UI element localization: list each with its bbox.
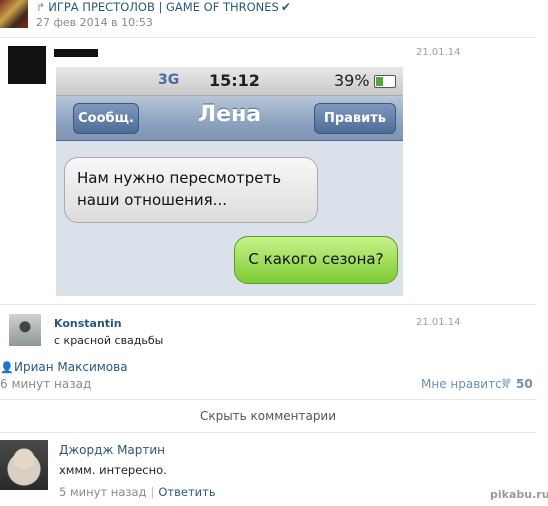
repost-author-redacted <box>54 49 98 57</box>
comment-author[interactable]: Konstantin <box>54 317 122 330</box>
post-time-ago[interactable]: 6 минут назад <box>0 377 91 391</box>
divider <box>0 399 536 400</box>
incoming-message: Нам нужно пересмотреть наши отношения... <box>64 157 318 223</box>
liker-name[interactable]: Ириан Максимова <box>14 360 128 374</box>
comment-text: с красной свадьбы <box>54 334 164 347</box>
incoming-line-2: наши отношения... <box>77 191 227 209</box>
group-name[interactable]: ИГРА ПРЕСТОЛОВ | GAME OF THRONES <box>48 0 279 14</box>
comment-date: 21.01.14 <box>416 317 461 328</box>
like-count[interactable]: 50 <box>516 377 533 391</box>
battery-percent: 39% <box>334 71 370 90</box>
comment-author[interactable]: Джордж Мартин <box>59 443 165 457</box>
comment-avatar[interactable] <box>9 314 41 346</box>
user-icon: 👤 <box>0 361 14 374</box>
share-arrow-icon: ↱ <box>36 1 46 14</box>
divider <box>0 304 536 305</box>
like-button[interactable]: Мне нравится <box>421 377 509 391</box>
group-avatar[interactable] <box>0 0 28 28</box>
repost-avatar[interactable] <box>8 46 46 84</box>
post-date[interactable]: 27 фев 2014 в 10:53 <box>36 16 153 29</box>
comment-time-ago[interactable]: 5 минут назад <box>59 485 146 499</box>
divider <box>0 432 536 433</box>
clock: 15:12 <box>209 71 260 90</box>
incoming-line-1: Нам нужно пересмотреть <box>77 169 282 187</box>
phone-screenshot-image[interactable]: 3G 15:12 39% Сообщ. Лена Править Нам нуж… <box>56 67 403 296</box>
divider <box>0 37 536 38</box>
comment-text: хммм. интересно. <box>59 463 167 477</box>
network-indicator: 3G <box>158 72 180 88</box>
meta-separator: | <box>150 485 155 499</box>
hide-comments-link[interactable]: Скрыть комментарии <box>0 409 536 423</box>
comment-meta: 5 минут назад | Ответить <box>59 485 216 499</box>
chat-area: Нам нужно пересмотреть наши отношения...… <box>56 141 403 296</box>
comment-avatar[interactable] <box>0 440 48 490</box>
checkmark-icon: ✔ <box>280 0 291 14</box>
group-title[interactable]: ↱ ИГРА ПРЕСТОЛОВ | GAME OF THRONES ✔ <box>36 0 291 14</box>
watermark-logo: pikabu.ru <box>490 488 548 501</box>
heart-icon[interactable]: ♥ <box>501 376 512 390</box>
repost-date: 21.01.14 <box>416 47 461 58</box>
battery-icon <box>374 75 396 88</box>
outgoing-message: С какого сезона? <box>234 236 398 284</box>
status-bar: 3G 15:12 39% <box>56 67 403 96</box>
chat-navbar: Сообщ. Лена Править <box>56 96 403 141</box>
edit-button: Править <box>314 103 396 134</box>
reply-link[interactable]: Ответить <box>158 485 215 499</box>
